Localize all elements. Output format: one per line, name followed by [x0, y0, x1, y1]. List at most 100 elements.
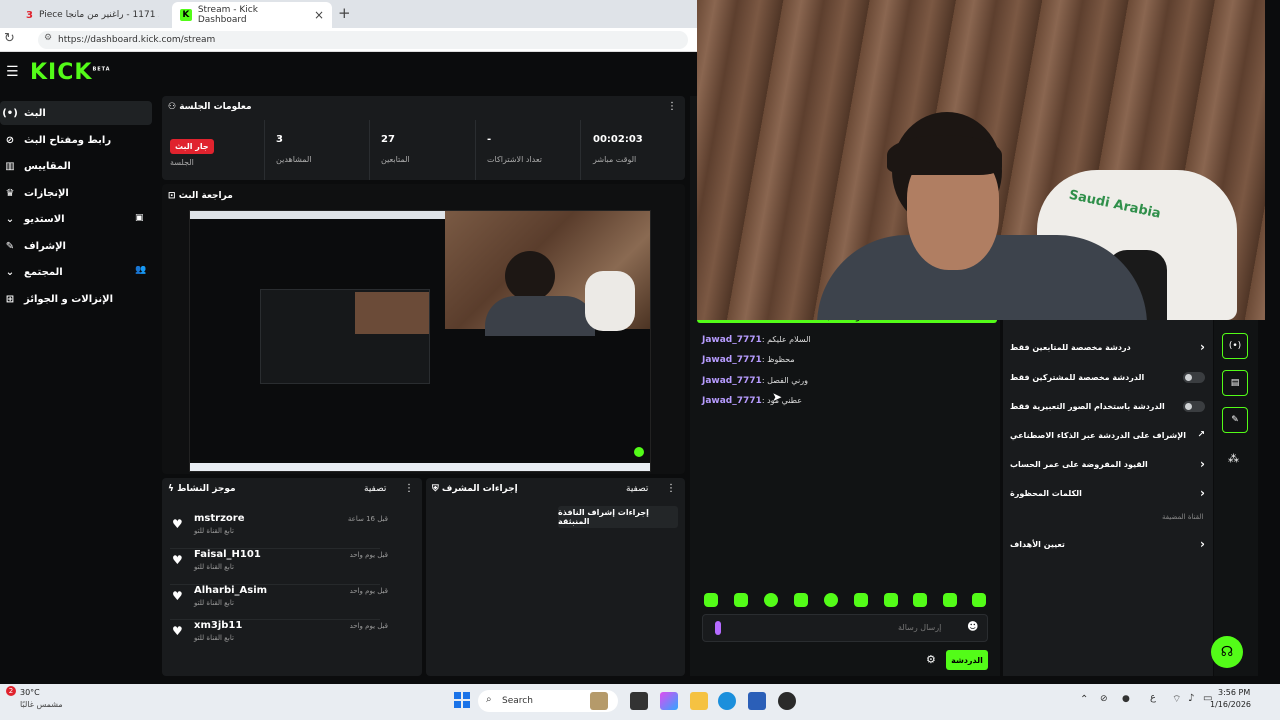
new-tab-icon[interactable]: +	[338, 4, 351, 22]
emote-icon[interactable]	[884, 593, 898, 607]
site-info-icon[interactable]: ⚙	[44, 33, 52, 43]
browser-tab-manga[interactable]: 3 Piece الفصل 1171 - راغنير من مانجا	[18, 2, 168, 28]
clock-time[interactable]: 3:56 PM	[1218, 688, 1250, 697]
windows-start-icon[interactable]	[454, 692, 470, 708]
more-options-icon[interactable]: ⋮	[666, 483, 676, 494]
sidebar-item-moderation[interactable]: ✎ الإشراف	[0, 234, 152, 258]
emote-icon[interactable]	[764, 593, 778, 607]
settings-row-followers-only[interactable]: › دردشة مخصصة للمتابعين فقط	[1010, 337, 1205, 357]
tray-mic-icon[interactable]: ●	[1122, 694, 1130, 704]
tray-network-icon[interactable]: ⊘	[1100, 694, 1108, 704]
list-item[interactable]: ♥ Faisal_H101 تابع القناة للتو قبل يوم واحد	[170, 548, 388, 578]
close-tab-icon[interactable]: ×	[314, 8, 324, 22]
list-item[interactable]: ♥ mstrzore تابع القناة للتو قبل 16 ساعة	[170, 513, 388, 543]
sidebar-item-community[interactable]: ⌄ المجتمع 👥	[0, 260, 152, 284]
hamburger-menu-icon[interactable]: ☰	[6, 64, 19, 80]
tray-chevron-icon[interactable]: ⌃	[1080, 694, 1088, 705]
layout-icon[interactable]: ▤	[1222, 370, 1248, 396]
nested-camera	[355, 292, 429, 334]
mouse-cursor-icon: ➤	[772, 390, 783, 404]
emotes-only-toggle[interactable]	[1183, 400, 1205, 412]
emote-icon[interactable]	[734, 593, 748, 607]
sidebar-item-metrics[interactable]: ▥ المقاييس	[0, 154, 152, 178]
weather-temp[interactable]: 30°C	[20, 688, 40, 697]
sidebar: (•) البث ⊘ رابط ومفتاح البث ▥ المقاييس ♛ الإ…	[0, 96, 160, 676]
list-item[interactable]: ♥ xm3jb11 تابع القناة للتو قبل يوم واحد	[170, 619, 388, 649]
chat-message[interactable]: Jawad_7771: ورني الفصل	[702, 376, 808, 386]
kick-favicon-icon: K	[180, 9, 192, 21]
settings-row-banned-words[interactable]: الكلمات المحظورة ›	[1010, 483, 1205, 503]
task-view-icon[interactable]	[630, 692, 648, 710]
copilot-icon[interactable]	[660, 692, 678, 710]
keyboard-language[interactable]: ع	[1150, 692, 1156, 703]
store-icon[interactable]	[748, 692, 766, 710]
emote-icon[interactable]	[913, 593, 927, 607]
weather-desc: مشمس غالبًا	[20, 700, 63, 709]
chat-message[interactable]: Jawad_7771: عطني مود	[702, 396, 802, 406]
emote-icon[interactable]	[704, 593, 718, 607]
url-input[interactable]: ⚙ https://dashboard.kick.com/stream	[38, 31, 688, 49]
list-item[interactable]: ♥ Alharbi_Asim تابع القناة للتو قبل يوم واح…	[170, 584, 388, 614]
more-options-icon[interactable]: ⋮	[404, 483, 414, 494]
edge-browser-icon[interactable]	[718, 692, 736, 710]
sidebar-item-studio[interactable]: ⌄ الاستديو ▣	[0, 207, 152, 231]
follower-name: mstrzore	[194, 513, 245, 524]
chat-message[interactable]: Jawad_7771: السلام عليكم	[702, 335, 811, 345]
refresh-icon[interactable]: ↻	[4, 31, 15, 46]
settings-row-subs-only[interactable]: الدردشة مخصصة للمشتركين فقط	[1010, 367, 1205, 387]
more-options-icon[interactable]: ⋮	[667, 101, 677, 112]
search-highlight-icon[interactable]	[590, 692, 608, 710]
chat-message[interactable]: Jawad_7771: محظوظ	[702, 355, 795, 365]
tab-badge: 3	[26, 9, 33, 21]
emote-icon[interactable]	[794, 593, 808, 607]
broadcast-icon[interactable]: (•)	[1222, 333, 1248, 359]
chat-username: Jawad_7771	[702, 396, 762, 406]
sidebar-item-stream-key[interactable]: ⊘ رابط ومفتاح البث	[0, 128, 152, 152]
preview-person-body	[485, 296, 595, 336]
emote-icon[interactable]	[943, 593, 957, 607]
preview-nested-screen	[260, 289, 430, 384]
chat-settings-gear-icon[interactable]: ⚙	[926, 653, 936, 666]
preview-support-icon	[634, 447, 644, 457]
follower-name: Alharbi_Asim	[194, 585, 268, 596]
kick-logo[interactable]: KICKBETA	[30, 60, 111, 85]
bolt-icon: ϟ	[168, 484, 178, 494]
session-title: ⚇ معلومات الجلسة	[168, 102, 252, 112]
sidebar-item-drops[interactable]: ⊞ الإنزالات و الجوائز	[0, 287, 152, 311]
share-icon[interactable]: ⁂	[1228, 452, 1239, 465]
mod-filter-button[interactable]: تصفية	[626, 484, 648, 494]
volume-icon[interactable]: ♪	[1188, 693, 1194, 704]
send-chat-button[interactable]: الدردشة	[946, 650, 988, 670]
settings-row-goals[interactable]: تعيين الأهداف ›	[1010, 534, 1205, 554]
webcam-overlay: Saudi Arabia	[697, 0, 1265, 320]
settings-row-ai-moderation[interactable]: الإشراف على الدردشة عبر الذكاء الاصطناعي…	[1010, 425, 1205, 445]
chart-icon: ▥	[5, 160, 15, 172]
subs-only-toggle[interactable]	[1183, 371, 1205, 383]
file-explorer-icon[interactable]	[690, 692, 708, 710]
sidebar-item-stream[interactable]: (•) البث	[0, 101, 152, 125]
stream-preview-video[interactable]	[189, 210, 651, 472]
mic-icon[interactable]	[715, 621, 721, 635]
heart-icon: ♥	[172, 624, 183, 638]
wrench-icon[interactable]: ✎	[1222, 407, 1248, 433]
chat-input[interactable]: إرسال رسالة ☻	[702, 614, 988, 642]
obs-icon[interactable]	[778, 692, 796, 710]
emote-icon[interactable]	[854, 593, 868, 607]
sidebar-item-label: رابط ومفتاح البث	[24, 134, 112, 146]
settings-section-label: القناة المضيفة	[1162, 513, 1204, 521]
settings-row-emotes-only[interactable]: الدردشة باستخدام الصور التعبيرية فقط	[1010, 396, 1205, 416]
emote-icon[interactable]	[824, 593, 838, 607]
browser-tab-kick[interactable]: K Stream - Kick Dashboard ×	[172, 2, 332, 28]
wifi-icon[interactable]: ⌔	[1172, 693, 1181, 706]
follower-action: تابع القناة للتو	[194, 634, 234, 642]
settings-row-account-age[interactable]: القيود المفروضة على عمر الحساب ›	[1010, 454, 1205, 474]
activity-filter-button[interactable]: تصفية	[364, 484, 386, 494]
emoji-icon[interactable]: ☻	[967, 620, 978, 633]
mod-popup-menu-item[interactable]: إجراءات إشراف النافذة المنبثقة	[558, 506, 678, 528]
emote-icon[interactable]	[972, 593, 986, 607]
sidebar-item-label: الاستديو	[24, 213, 65, 225]
gift-icon: ⊞	[5, 293, 15, 305]
support-headset-icon[interactable]: ☊	[1211, 636, 1243, 668]
sidebar-item-achievements[interactable]: ♛ الإنجازات	[0, 181, 152, 205]
chevron-right-icon: ›	[1200, 486, 1205, 500]
